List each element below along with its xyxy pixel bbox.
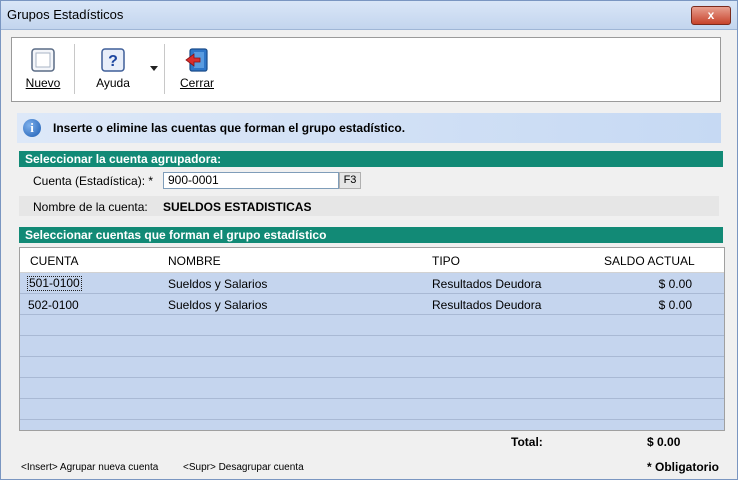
toolbar-separator: [164, 44, 165, 94]
nombre-label: Nombre de la cuenta:: [33, 200, 148, 214]
toolbar: Nuevo ? Ayuda Cerrar: [11, 37, 721, 102]
exit-door-icon: [185, 48, 208, 72]
info-text: Inserte o elimine las cuentas que forman…: [53, 121, 406, 135]
insert-hint: <Insert> Agrupar nueva cuenta: [21, 462, 159, 473]
empty-row[interactable]: [20, 336, 724, 357]
window-title: Grupos Estadísticos: [7, 7, 124, 22]
help-button[interactable]: ? Ayuda: [88, 42, 138, 96]
empty-row[interactable]: [20, 420, 724, 430]
tipo-cell: Resultados Deudora: [432, 298, 542, 312]
close-window-button[interactable]: x: [691, 6, 731, 25]
column-header-tipo[interactable]: TIPO: [432, 254, 460, 268]
help-icon: ?: [101, 48, 125, 72]
title-bar: Grupos Estadísticos x: [1, 1, 737, 30]
column-header-cuenta[interactable]: CUENTA: [30, 254, 78, 268]
new-document-icon: [31, 48, 55, 72]
info-icon: i: [23, 119, 41, 137]
tipo-cell: Resultados Deudora: [432, 277, 542, 291]
accounts-grid[interactable]: CUENTA NOMBRE TIPO SALDO ACTUAL 501-0100…: [19, 247, 725, 431]
close-icon: x: [707, 8, 715, 22]
section-header-group: Seleccionar cuentas que forman el grupo …: [19, 227, 723, 243]
new-button-label: Nuevo: [25, 76, 61, 90]
grid-header: CUENTA NOMBRE TIPO SALDO ACTUAL: [20, 248, 724, 273]
close-button-label: Cerrar: [179, 76, 214, 90]
info-banner: i Inserte o elimine las cuentas que form…: [17, 113, 721, 143]
empty-row[interactable]: [20, 378, 724, 399]
required-note: * Obligatorio: [647, 460, 719, 474]
saldo-cell: $ 0.00: [658, 277, 692, 291]
column-header-nombre[interactable]: NOMBRE: [168, 254, 221, 268]
empty-row[interactable]: [20, 315, 724, 336]
cuenta-label: Cuenta (Estadística): *: [33, 174, 154, 188]
nombre-cell: Sueldos y Salarios: [168, 298, 268, 312]
total-label: Total:: [511, 435, 543, 449]
column-header-saldo[interactable]: SALDO ACTUAL: [604, 254, 695, 268]
new-button[interactable]: Nuevo: [16, 42, 70, 96]
cuenta-input[interactable]: 900-0001: [163, 172, 339, 189]
toolbar-separator: [74, 44, 75, 94]
empty-row[interactable]: [20, 399, 724, 420]
table-row[interactable]: 501-0100 Sueldos y Salarios Resultados D…: [20, 273, 724, 294]
saldo-cell: $ 0.00: [658, 298, 692, 312]
help-button-label: Ayuda: [96, 76, 130, 90]
window: Grupos Estadísticos x Nuevo ? Ayuda Cerr…: [0, 0, 738, 480]
cuenta-cell[interactable]: 501-0100: [27, 276, 82, 291]
dropdown-arrow-icon[interactable]: [150, 66, 158, 71]
cuenta-cell: 502-0100: [28, 298, 79, 312]
nombre-value: SUELDOS ESTADISTICAS: [163, 200, 312, 214]
close-button[interactable]: Cerrar: [172, 42, 222, 96]
section-header-account: Seleccionar la cuenta agrupadora:: [19, 151, 723, 167]
nombre-cell: Sueldos y Salarios: [168, 277, 268, 291]
supr-hint: <Supr> Desagrupar cuenta: [183, 462, 304, 473]
table-row[interactable]: 502-0100 Sueldos y Salarios Resultados D…: [20, 294, 724, 315]
empty-row[interactable]: [20, 357, 724, 378]
total-value: $ 0.00: [647, 435, 681, 449]
svg-text:?: ?: [108, 53, 118, 70]
f3-lookup-button[interactable]: F3: [339, 172, 361, 189]
